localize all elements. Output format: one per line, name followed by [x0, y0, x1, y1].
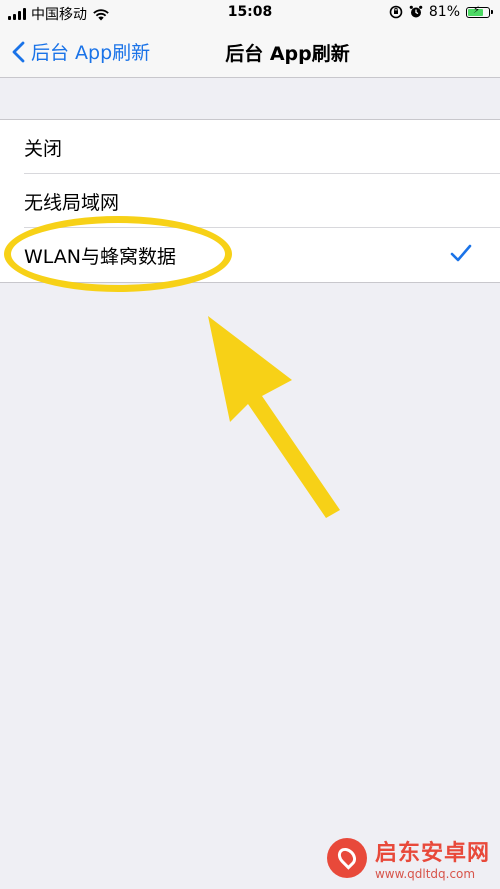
option-wifi[interactable]: 无线局域网 — [0, 174, 500, 228]
page-title: 后台 App刷新 — [0, 39, 500, 66]
checkmark-icon — [450, 244, 472, 262]
page-title-text: 后台 App刷新 — [225, 43, 350, 65]
option-label: 关闭 — [24, 138, 63, 160]
watermark-text: 启东安卓网 www.qdltdq.com — [375, 835, 490, 881]
option-label: WLAN与蜂窝数据 — [24, 246, 177, 268]
charging-bolt-icon: ⚡ — [473, 4, 481, 16]
navigation-bar: 后台 App刷新 后台 App刷新 — [0, 26, 500, 78]
option-wlan-cellular[interactable]: WLAN与蜂窝数据 — [0, 228, 500, 282]
status-right: 81% ⚡ — [389, 4, 493, 20]
battery-icon: ⚡ — [466, 4, 493, 18]
refresh-options-list: 关闭 无线局域网 WLAN与蜂窝数据 — [0, 119, 500, 283]
watermark-name: 启东安卓网 — [374, 841, 490, 866]
alarm-icon — [409, 5, 423, 18]
orientation-lock-icon — [389, 5, 403, 19]
annotation-arrow-icon — [208, 316, 340, 518]
option-label: 无线局域网 — [24, 192, 120, 214]
option-off[interactable]: 关闭 — [0, 120, 500, 174]
battery-percent: 81% — [428, 4, 460, 20]
site-watermark: 启东安卓网 www.qdltdq.com — [326, 835, 490, 881]
watermark-logo-icon — [326, 838, 367, 878]
watermark-url: www.qdltdq.com — [374, 867, 476, 881]
status-bar: 中国移动 15:08 81% ⚡ — [0, 0, 500, 26]
